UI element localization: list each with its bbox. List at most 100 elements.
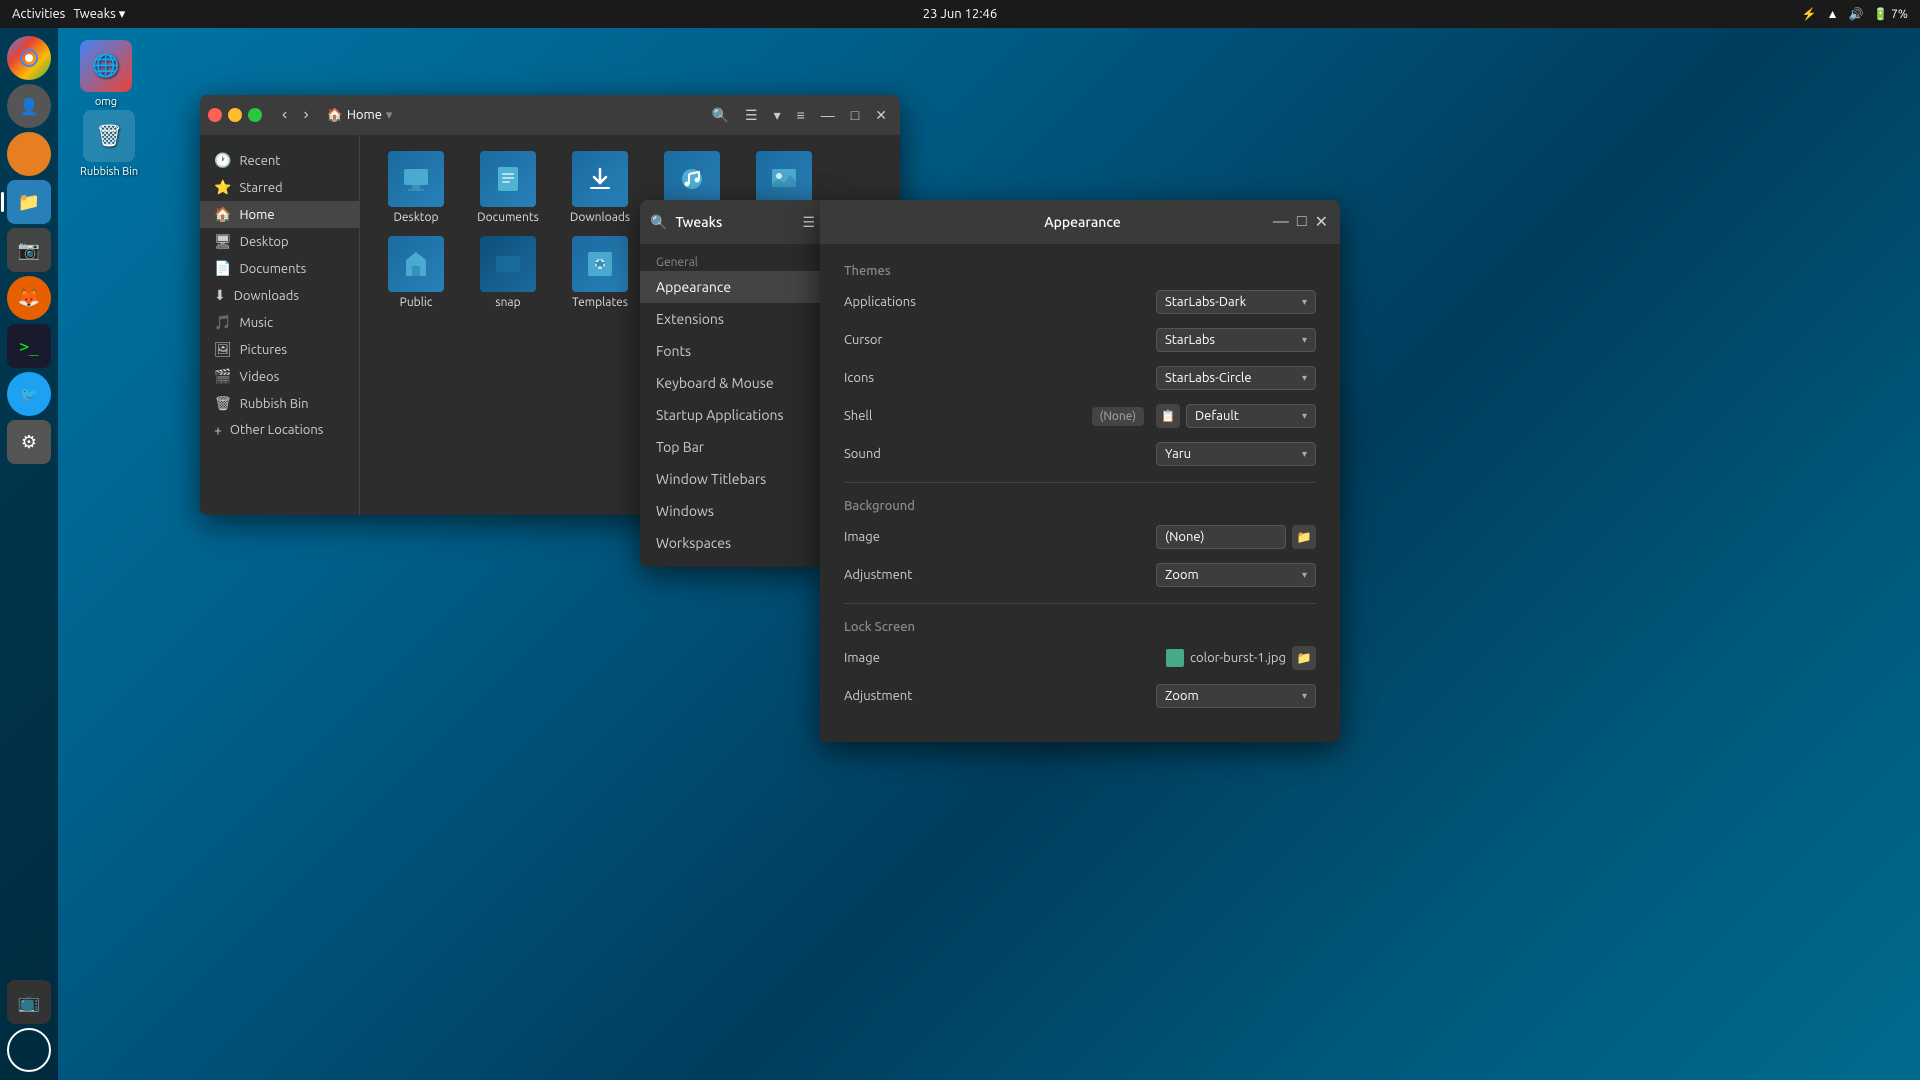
dock-item-chrome[interactable] — [7, 36, 51, 80]
applications-dropdown[interactable]: StarLabs-Dark ▾ — [1156, 290, 1316, 314]
tweaks-nav-topbar[interactable]: Top Bar — [640, 431, 825, 463]
dock-item-circle[interactable] — [7, 1028, 51, 1072]
dock-item-profile[interactable]: 👤 — [7, 84, 51, 128]
lock-image-browse-button[interactable]: 📁 — [1292, 646, 1316, 670]
lock-adjustment-dropdown[interactable]: Zoom ▾ — [1156, 684, 1316, 708]
maximize-win-button[interactable]: □ — [846, 105, 864, 125]
file-documents[interactable]: Documents — [468, 151, 548, 224]
sidebar-item-home[interactable]: 🏠 Home — [200, 201, 359, 228]
files-titlebar: ‹ › 🏠 Home ▾ 🔍 ☰ ▾ ≡ — □ ✕ — [200, 95, 900, 135]
maximize-button[interactable] — [248, 108, 262, 122]
home-icon: 🏠 — [327, 108, 343, 123]
minimize-button[interactable] — [228, 108, 242, 122]
tweaks-general-section: General — [640, 252, 825, 271]
divider-1 — [844, 482, 1316, 483]
icons-row: Icons StarLabs-Circle ▾ — [844, 366, 1316, 390]
cursor-row: Cursor StarLabs ▾ — [844, 328, 1316, 352]
chevron-down-icon: ▾ — [1302, 690, 1307, 702]
lock-adjustment-label: Adjustment — [844, 689, 944, 703]
sidebar-item-videos[interactable]: 🎬 Videos — [200, 363, 359, 390]
breadcrumb-home[interactable]: Home — [347, 108, 382, 122]
bg-image-picker[interactable]: (None) — [1156, 525, 1286, 549]
sound-dropdown[interactable]: Yaru ▾ — [1156, 442, 1316, 466]
lock-adjustment-row: Adjustment Zoom ▾ — [844, 684, 1316, 708]
datetime-display: 23 Jun 12:46 — [923, 7, 997, 21]
battery-display[interactable]: 🔋 7% — [1873, 7, 1908, 21]
tweaks-nav-fonts[interactable]: Fonts — [640, 335, 825, 367]
tweaks-nav-extensions[interactable]: Extensions — [640, 303, 825, 335]
tweaks-menu-icon[interactable]: ☰ — [802, 214, 815, 231]
bg-image-browse-button[interactable]: 📁 — [1292, 525, 1316, 549]
shell-dropdown[interactable]: Default ▾ — [1186, 404, 1316, 428]
files-sidebar: 🕐 Recent ⭐ Starred 🏠 Home 🖥 Desktop 📄 Do… — [200, 135, 360, 515]
volume-icon: 🔊 — [1848, 7, 1863, 21]
tweaks-nav-keyboard-mouse[interactable]: Keyboard & Mouse — [640, 367, 825, 399]
chevron-down-icon: ▾ — [1302, 334, 1307, 346]
tweaks-nav-workspaces[interactable]: Workspaces — [640, 527, 825, 559]
dock-item-terminal[interactable]: >_ — [7, 324, 51, 368]
desktop-icon-chrome[interactable]: 🌐 omg — [80, 40, 132, 108]
icons-control: StarLabs-Circle ▾ — [1156, 366, 1316, 390]
bg-adjustment-dropdown[interactable]: Zoom ▾ — [1156, 563, 1316, 587]
dock-item-orange[interactable] — [7, 132, 51, 176]
lock-image-label: Image — [844, 651, 944, 665]
appearance-window-title: Appearance — [892, 214, 1273, 230]
file-downloads[interactable]: Downloads — [560, 151, 640, 224]
close-win-button[interactable]: ✕ — [870, 105, 892, 126]
appearance-titlebar: Appearance — □ ✕ — [820, 200, 1340, 244]
applications-control: StarLabs-Dark ▾ — [1156, 290, 1316, 314]
system-tray: ⚡ ▲ 🔊 🔋 7% — [1802, 7, 1908, 21]
file-templates[interactable]: Templates — [560, 236, 640, 309]
tweaks-menu-button[interactable]: Tweaks ▾ — [73, 7, 125, 22]
cursor-control: StarLabs ▾ — [1156, 328, 1316, 352]
dock-item-media[interactable]: 📺 — [7, 980, 51, 1024]
view-menu-button[interactable]: ▾ — [769, 105, 786, 126]
lock-image-thumbnail — [1166, 649, 1184, 667]
sidebar-item-documents[interactable]: 📄 Documents — [200, 255, 359, 282]
dock-item-twitter[interactable]: 🐦 — [7, 372, 51, 416]
dock-item-firefox[interactable]: 🦊 — [7, 276, 51, 320]
tweaks-nav-startup[interactable]: Startup Applications — [640, 399, 825, 431]
activities-button[interactable]: Activities — [12, 7, 65, 21]
tweaks-search-icon[interactable]: 🔍 — [650, 214, 667, 231]
dock-item-camera[interactable]: 📷 — [7, 228, 51, 272]
file-snap[interactable]: snap — [468, 236, 548, 309]
bg-image-label: Image — [844, 530, 944, 544]
recent-icon: 🕐 — [214, 152, 231, 169]
nav-forward-button[interactable]: › — [297, 104, 314, 126]
sidebar-item-desktop[interactable]: 🖥 Desktop — [200, 228, 359, 255]
lock-image-control: color-burst-1.jpg 📁 — [1166, 646, 1316, 670]
appearance-maximize-button[interactable]: □ — [1297, 213, 1307, 231]
shell-pick-button[interactable]: 📋 — [1156, 404, 1180, 428]
desktop-icon-rubbish[interactable]: 🗑 Rubbish Bin — [80, 110, 138, 178]
chevron-down-icon: ▾ — [1302, 372, 1307, 384]
appearance-minimize-button[interactable]: — — [1273, 213, 1289, 231]
view-toggle-button[interactable]: ☰ — [740, 105, 763, 126]
minimize-win-button[interactable]: — — [816, 105, 840, 125]
list-view-button[interactable]: ≡ — [792, 105, 810, 125]
file-public[interactable]: Public — [376, 236, 456, 309]
tweaks-nav-appearance[interactable]: Appearance — [640, 271, 825, 303]
search-button[interactable]: 🔍 — [707, 105, 734, 126]
dock-item-files[interactable]: 📁 — [7, 180, 51, 224]
sound-label: Sound — [844, 447, 944, 461]
sidebar-item-rubbish[interactable]: 🗑 Rubbish Bin — [200, 390, 359, 417]
sidebar-item-starred[interactable]: ⭐ Starred — [200, 174, 359, 201]
sidebar-item-recent[interactable]: 🕐 Recent — [200, 147, 359, 174]
sidebar-item-other-locations[interactable]: + Other Locations — [200, 417, 359, 443]
cursor-dropdown[interactable]: StarLabs ▾ — [1156, 328, 1316, 352]
file-desktop[interactable]: Desktop — [376, 151, 456, 224]
icons-dropdown[interactable]: StarLabs-Circle ▾ — [1156, 366, 1316, 390]
sidebar-item-downloads[interactable]: ⬇ Downloads — [200, 282, 359, 309]
tweaks-nav-windows[interactable]: Windows — [640, 495, 825, 527]
nav-back-button[interactable]: ‹ — [276, 104, 293, 126]
sidebar-item-pictures[interactable]: 🖼 Pictures — [200, 336, 359, 363]
tweaks-nav-window-titlebars[interactable]: Window Titlebars — [640, 463, 825, 495]
appearance-close-button[interactable]: ✕ — [1315, 212, 1328, 232]
shell-label: Shell — [844, 409, 944, 423]
network-icon: ▲ — [1827, 7, 1839, 21]
sidebar-item-music[interactable]: 🎵 Music — [200, 309, 359, 336]
cursor-label: Cursor — [844, 333, 944, 347]
close-button[interactable] — [208, 108, 222, 122]
dock-item-settings[interactable]: ⚙ — [7, 420, 51, 464]
